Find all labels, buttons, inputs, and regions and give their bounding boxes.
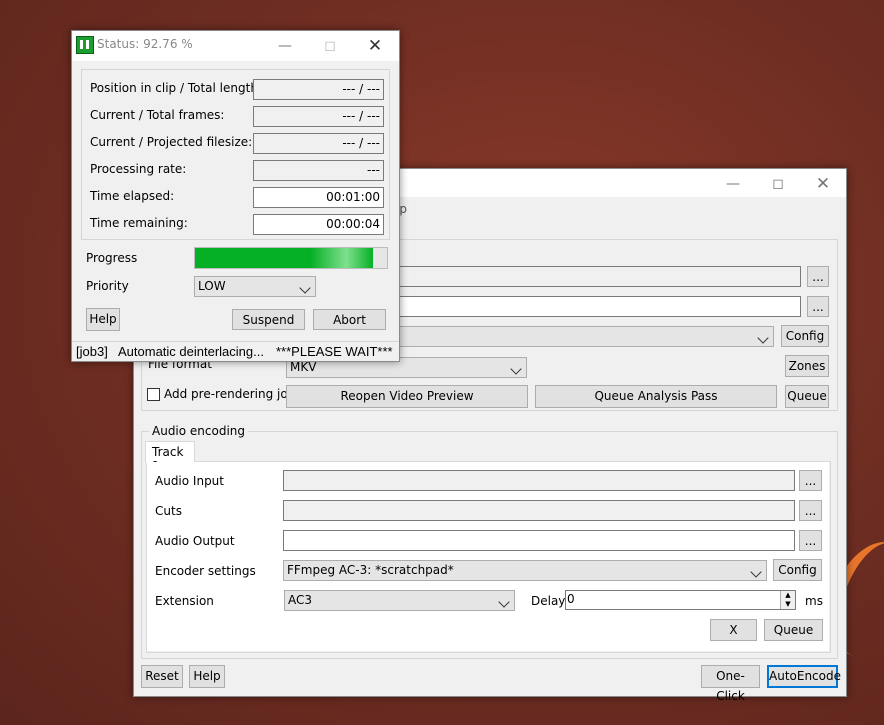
- chevron-down-icon: [510, 363, 522, 375]
- priority-label: Priority: [86, 279, 129, 293]
- chevron-down-icon: [750, 566, 762, 578]
- help-button[interactable]: Help: [189, 665, 225, 688]
- status-row-label: Time remaining:: [90, 216, 188, 230]
- audio-output-label: Audio Output: [155, 534, 235, 548]
- encoder-settings-label: Encoder settings: [155, 564, 256, 578]
- maximize-icon[interactable]: ◻: [319, 35, 341, 57]
- status-row-value: ---: [253, 160, 384, 181]
- status-titlebar: Status: 92.76 % — ◻ ✕: [72, 31, 399, 61]
- abort-button[interactable]: Abort: [313, 309, 386, 330]
- priority-value: LOW: [198, 279, 226, 293]
- progress-fill: [195, 248, 374, 268]
- close-icon[interactable]: ✕: [812, 173, 834, 195]
- audio-output-browse-button[interactable]: ...: [799, 530, 822, 551]
- status-row-label: Current / Projected filesize:: [90, 135, 253, 149]
- video-input-field[interactable]: [396, 266, 801, 287]
- audio-output-field[interactable]: [283, 530, 795, 551]
- extension-value: AC3: [288, 593, 313, 607]
- audio-clear-button[interactable]: X: [710, 619, 757, 641]
- chevron-down-icon: [757, 332, 769, 344]
- status-window: Status: 92.76 % — ◻ ✕ Position in clip /…: [71, 30, 400, 362]
- status-row-label: Current / Total frames:: [90, 108, 225, 122]
- status-row-value: 00:01:00: [253, 187, 384, 208]
- status-wait: ***PLEASE WAIT***: [276, 344, 393, 359]
- delay-unit: ms: [805, 594, 823, 608]
- minimize-icon[interactable]: —: [722, 173, 744, 195]
- status-help-button[interactable]: Help: [86, 308, 120, 331]
- status-row-value: 00:00:04: [253, 214, 384, 235]
- delay-label: Delay: [531, 594, 566, 608]
- audio-group-title: Audio encoding: [149, 424, 249, 438]
- audio-config-button[interactable]: Config: [773, 559, 822, 581]
- cuts-field[interactable]: [283, 500, 795, 521]
- chevron-down-icon: [299, 282, 311, 294]
- status-row-label: Processing rate:: [90, 162, 187, 176]
- queue-analysis-button[interactable]: Queue Analysis Pass: [535, 385, 777, 408]
- status-bar: [job3] Automatic deinterlacing... ***PLE…: [72, 341, 399, 362]
- progress-label: Progress: [86, 251, 138, 265]
- progress-bar: [194, 247, 388, 269]
- zones-button[interactable]: Zones: [785, 355, 829, 377]
- cuts-browse-button[interactable]: ...: [799, 500, 822, 521]
- delay-input[interactable]: 0 ▲ ▼: [565, 590, 796, 610]
- audio-input-field[interactable]: [283, 470, 795, 491]
- audio-encoder-combo[interactable]: FFmpeg AC-3: *scratchpad*: [283, 560, 767, 581]
- reset-button[interactable]: Reset: [141, 665, 183, 688]
- extension-label: Extension: [155, 594, 214, 608]
- status-row-value: --- / ---: [253, 106, 384, 127]
- autoencode-button[interactable]: AutoEncode: [767, 665, 841, 688]
- add-prerender-checkbox[interactable]: [147, 388, 160, 401]
- suspend-button[interactable]: Suspend: [232, 309, 305, 330]
- app-logo-icon: [76, 36, 94, 54]
- delay-value: 0: [567, 592, 575, 606]
- status-window-title: Status: 92.76 %: [97, 37, 193, 51]
- status-row-value: --- / ---: [253, 79, 384, 100]
- video-output-browse-button[interactable]: ...: [807, 296, 829, 317]
- minimize-icon[interactable]: —: [274, 35, 296, 57]
- video-input-browse-button[interactable]: ...: [807, 266, 829, 287]
- close-icon[interactable]: ✕: [364, 35, 386, 57]
- add-prerender-label[interactable]: Add pre-rendering job: [164, 387, 295, 401]
- reopen-preview-button[interactable]: Reopen Video Preview: [286, 385, 528, 408]
- spin-down-icon[interactable]: ▼: [780, 600, 795, 609]
- status-message: Automatic deinterlacing...: [118, 344, 264, 359]
- audio-encoder-value: FFmpeg AC-3: *scratchpad*: [287, 563, 454, 577]
- status-separator: [81, 239, 390, 240]
- video-encoder-combo[interactable]: [396, 326, 774, 347]
- cuts-label: Cuts: [155, 504, 182, 518]
- status-job: [job3]: [76, 344, 108, 359]
- tab-track-1[interactable]: Track 1: [145, 441, 195, 473]
- one-click-button[interactable]: One-Click: [701, 665, 760, 703]
- audio-input-label: Audio Input: [155, 474, 224, 488]
- video-output-field[interactable]: [396, 296, 801, 317]
- video-config-button[interactable]: Config: [781, 325, 829, 347]
- chevron-down-icon: [498, 596, 510, 608]
- file-format-value: MKV: [290, 360, 317, 374]
- status-row-label: Position in clip / Total length:: [90, 81, 262, 95]
- priority-combo[interactable]: LOW: [194, 276, 316, 297]
- extension-combo[interactable]: AC3: [284, 590, 515, 611]
- status-row-value: --- / ---: [253, 133, 384, 154]
- audio-input-browse-button[interactable]: ...: [799, 470, 822, 491]
- audio-queue-button[interactable]: Queue: [764, 619, 823, 641]
- status-row-label: Time elapsed:: [90, 189, 175, 203]
- maximize-icon[interactable]: ◻: [767, 173, 789, 195]
- video-queue-button[interactable]: Queue: [785, 385, 829, 408]
